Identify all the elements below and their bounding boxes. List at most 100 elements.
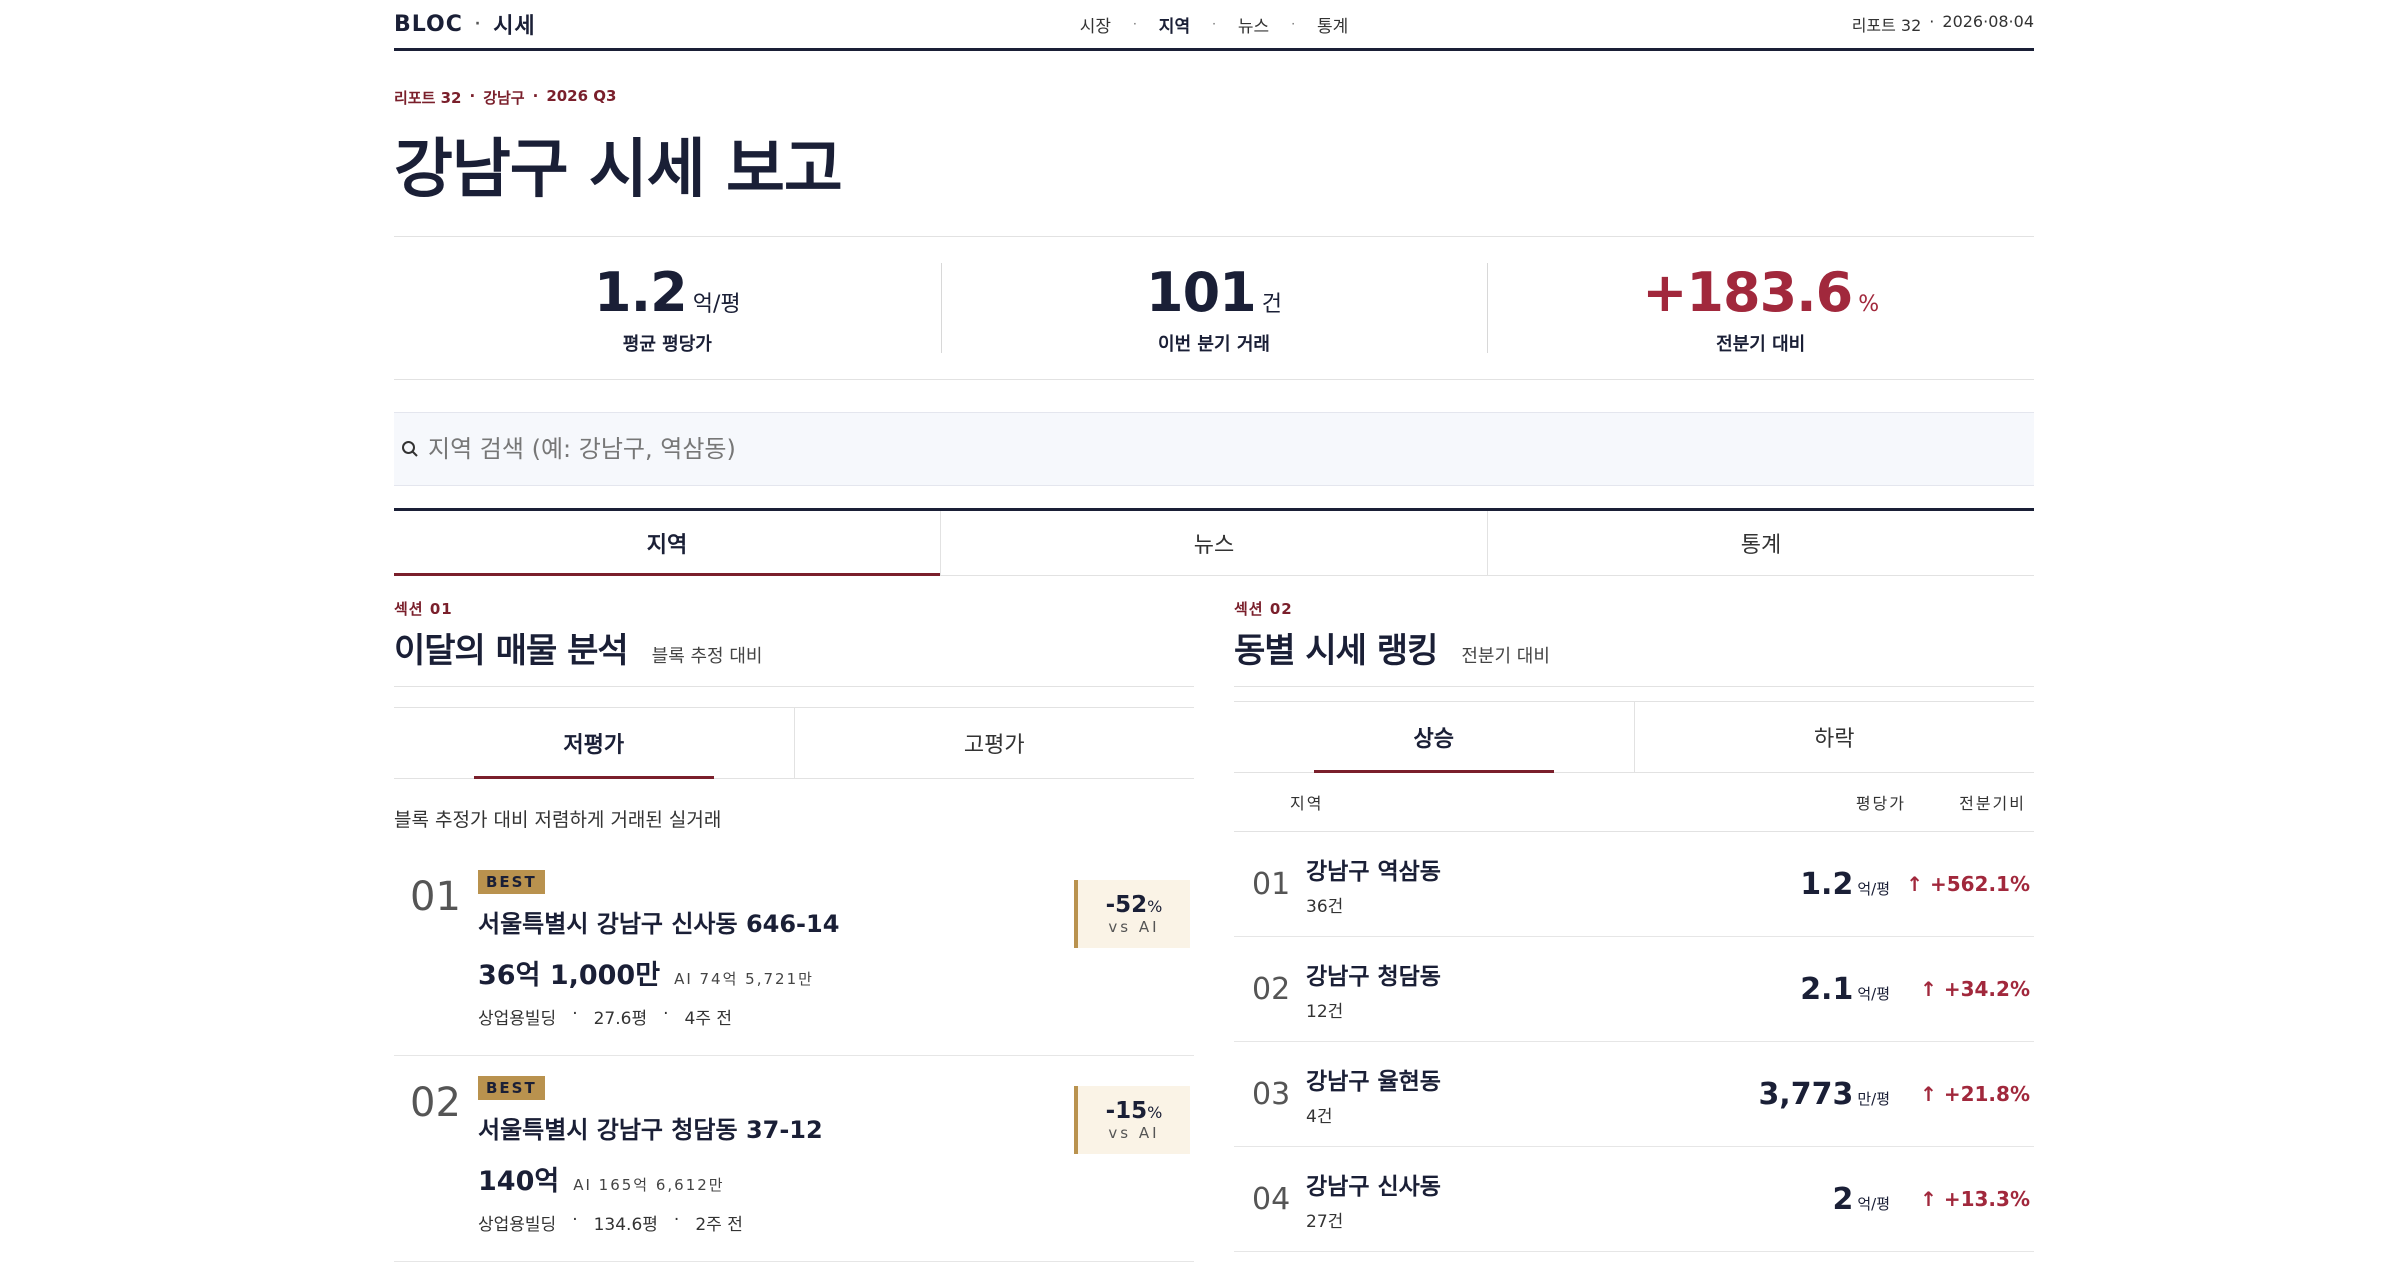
report-number: 리포트 32 [1851,16,1922,35]
district-name: 강남구 신사동 [1306,1173,1441,1200]
ranking-row[interactable]: 04 강남구 신사동 27건 2 억/평 ↑ +13.3% [1234,1147,2034,1252]
ranking-price-cell: 2.1 억/평 [1650,972,1890,1007]
stat-label: 이번 분기 거래 [1158,333,1270,355]
ranking-price-cell: 2 억/평 [1650,1182,1890,1217]
brand-logo[interactable]: BLOC · 시세 [394,8,536,40]
tab-stats[interactable]: 통계 [1487,511,2034,575]
report-meta: 리포트 32 · 2026·08·04 [1852,12,2034,36]
price-value: 3,773 [1758,1076,1854,1112]
column-header-district: 지역 [1290,794,1324,813]
listing-rank: 01 [410,874,461,920]
change-value: ↑ +21.8% [1920,1082,2030,1106]
top-nav-links: 시장 · 지역 · 뉴스 · 통계 [1080,12,1349,37]
section-description: 블록 추정가 대비 저렴하게 거래된 실거래 [394,809,722,831]
listing-card[interactable]: 01 BEST 서울특별시 강남구 신사동 646-14 36억 1,000만 … [394,850,1194,1056]
ranking-tabs: 상승 하락 [1234,701,2034,773]
section-title: 이달의 매물 분석 [394,631,629,671]
meta-separator: · [572,1004,578,1024]
brand-name: BLOC [394,11,463,37]
meta-separator: · [663,1004,669,1024]
tab-falling[interactable]: 하락 [1633,702,2035,772]
nav-separator: · [1132,17,1137,31]
ranking-price-cell: 3,773 만/평 [1650,1077,1890,1112]
listing-meta: 상업용빌딩 · 27.6평 · 4주 전 [478,1004,1194,1029]
section-label: 섹션 02 [1234,600,1293,618]
property-area: 27.6평 [593,1009,648,1029]
tab-overvalued[interactable]: 고평가 [793,708,1195,778]
property-area: 134.6평 [593,1215,658,1235]
stat-value-row: 1.2 억/평 [594,261,741,324]
report-kicker: 리포트 32 · 강남구 · 2026 Q3 [394,87,2034,108]
discount-reference: vs AI [1108,918,1160,936]
section-header: 동별 시세 랭킹 전분기 대비 [1234,619,2034,687]
deal-count: 36건 [1306,896,1344,917]
brand-separator: · [474,16,482,32]
discount-unit: % [1147,1103,1163,1122]
stat-value-row: +183.6% [1642,261,1879,324]
price-unit: 억/평 [1857,984,1890,1003]
section-header: 이달의 매물 분석 블록 추정 대비 [394,619,1194,687]
listing-card[interactable]: 02 BEST 서울특별시 강남구 청담동 37-12 140억 AI 165억… [394,1056,1194,1262]
property-type: 상업용빌딩 [478,1009,557,1029]
ranking-table-header: 지역 평당가 전분기비 [1234,773,2034,832]
price-value: 2 [1832,1181,1854,1217]
discount-unit: % [1147,897,1163,916]
kicker-separator: · [532,87,539,105]
ranking-row[interactable]: 02 강남구 청담동 12건 2.1 억/평 ↑ +34.2% [1234,937,2034,1042]
meta-separator: · [572,1210,578,1230]
ai-estimate: AI 165억 6,612만 [573,1176,725,1194]
price-unit: 만/평 [1857,1089,1890,1108]
brand-section: 시세 [493,14,536,39]
tab-rising[interactable]: 상승 [1234,702,1634,773]
ranking-rank: 03 [1252,1076,1291,1112]
district-name: 강남구 역삼동 [1306,858,1441,885]
page: BLOC · 시세 시장 · 지역 · 뉴스 · 통계 리포트 32 · 202… [394,0,2034,1262]
stat-label: 평균 평당가 [622,333,712,355]
price-unit: 억/평 [1857,879,1890,898]
property-type: 상업용빌딩 [478,1215,557,1235]
nav-separator: · [1291,17,1296,31]
price-value: 2.1 [1800,971,1854,1007]
kicker-quarter: 2026 Q3 [546,87,617,105]
nav-link-news[interactable]: 뉴스 [1238,12,1269,37]
listing-price-row: 140억 AI 165억 6,612만 [478,1159,1194,1198]
price-unit: 억/평 [1857,1194,1890,1213]
search-input[interactable] [426,434,1330,464]
ranking-price-cell: 1.2 억/평 [1650,867,1890,902]
summary-stats: 1.2 억/평 평균 평당가 101 건 이번 분기 거래 +183.6% 전분기 … [394,236,2034,380]
ranking-rank: 01 [1252,866,1291,902]
ranking-district-cell: 강남구 청담동 12건 [1306,957,1650,1022]
ranking-row[interactable]: 03 강남구 율현동 4건 3,773 만/평 ↑ +21.8% [1234,1042,2034,1147]
column-header-change: 전분기비 [1959,794,2026,813]
section-title: 동별 시세 랭킹 [1234,631,1438,671]
stat-value: 1.2 [594,260,688,324]
kicker-separator: · [469,87,476,105]
nav-link-region[interactable]: 지역 [1159,12,1190,37]
discount-badge: -15% vs AI [1074,1086,1190,1154]
nav-link-market[interactable]: 시장 [1080,12,1111,37]
stat-unit: 억/평 [692,291,741,317]
section-label: 섹션 01 [394,600,453,618]
discount-value-row: -15% [1106,1098,1163,1124]
tab-undervalued[interactable]: 저평가 [394,708,794,779]
top-nav: BLOC · 시세 시장 · 지역 · 뉴스 · 통계 리포트 32 · 202… [394,0,2034,51]
column-header-price: 평당가 [1855,794,1906,813]
stat-value: +183.6 [1642,260,1853,324]
report-date: 2026·08·04 [1942,12,2034,31]
discount-badge: -52% vs AI [1074,880,1190,948]
tab-news[interactable]: 뉴스 [940,511,1487,575]
ranking-district-cell: 강남구 율현동 4건 [1306,1062,1650,1127]
region-search-bar [394,412,2034,486]
stat-avg-price: 1.2 억/평 평균 평당가 [394,237,941,379]
nav-link-stats[interactable]: 통계 [1317,12,1348,37]
content-columns: 섹션 01 이달의 매물 분석 블록 추정 대비 저평가 고평가 블록 추정가 … [394,598,2034,1262]
tab-region[interactable]: 지역 [394,511,940,576]
section-subtitle: 전분기 대비 [1461,646,1550,667]
price-value: 1.2 [1800,866,1854,902]
stat-label: 전분기 대비 [1716,333,1806,355]
main-tabs: 지역 뉴스 통계 [394,508,2034,576]
stat-value: 101 [1146,260,1257,324]
section-district-ranking: 섹션 02 동별 시세 랭킹 전분기 대비 상승 하락 지역 평당가 전분기비 … [1234,598,2034,1262]
ranking-row[interactable]: 01 강남구 역삼동 36건 1.2 억/평 ↑ +562.1% [1234,832,2034,937]
section-subtitle: 블록 추정 대비 [651,646,763,667]
